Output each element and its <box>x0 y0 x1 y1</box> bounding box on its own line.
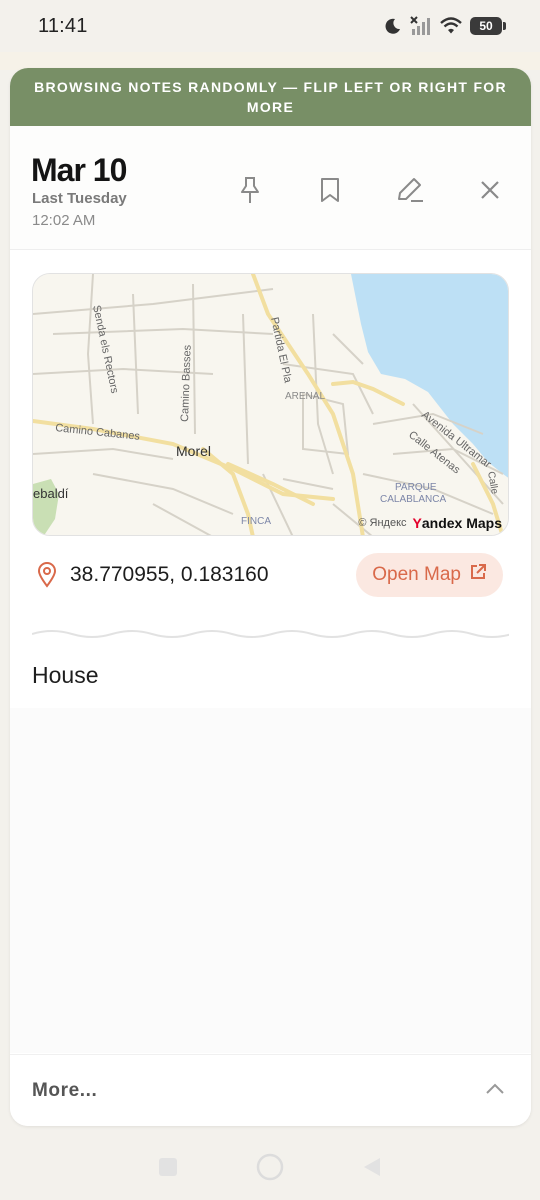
wavy-divider <box>32 630 509 638</box>
wifi-icon <box>440 17 462 35</box>
system-nav-bar <box>0 1134 540 1200</box>
note-time: 12:02 AM <box>32 212 96 229</box>
status-time: 11:41 <box>38 14 88 37</box>
open-map-button[interactable]: Open Map <box>356 553 503 597</box>
signal-icon <box>410 16 432 36</box>
bookmark-button[interactable] <box>290 170 370 214</box>
location-row: 38.770955, 0.183160 Open Map <box>32 550 509 600</box>
note-body[interactable]: House <box>32 662 98 689</box>
battery-icon: 50 <box>470 17 506 35</box>
edit-button[interactable] <box>370 170 450 214</box>
note-header: Mar 10 Last Tuesday 12:02 AM <box>10 126 531 250</box>
more-label: More... <box>32 1079 98 1101</box>
browse-banner: BROWSING NOTES RANDOMLY — FLIP LEFT OR R… <box>10 68 531 126</box>
map-label-calablanca: CALABLANCA <box>380 494 446 505</box>
status-icons: 50 <box>384 16 506 36</box>
note-relative-date: Last Tuesday <box>32 190 127 207</box>
pin-icon <box>237 175 263 210</box>
map-label-parque: PARQUE <box>395 482 437 493</box>
map-attribution: © Яндекс Yandex Maps <box>358 515 502 531</box>
map-logo: Yandex Maps <box>412 515 502 531</box>
map-copyright: © Яндекс <box>358 517 407 529</box>
moon-icon <box>384 17 402 35</box>
note-card[interactable]: BROWSING NOTES RANDOMLY — FLIP LEFT OR R… <box>10 68 531 1126</box>
map-label-morel: Morel <box>176 443 211 459</box>
map-label-ebaldi: ebaldí <box>33 486 69 501</box>
map-preview[interactable]: Senda els Rectors Camino Basses Partida … <box>32 273 509 536</box>
note-body-area[interactable] <box>10 708 531 1053</box>
external-link-icon <box>469 563 487 587</box>
pin-button[interactable] <box>210 170 290 214</box>
chevron-up-icon[interactable] <box>485 1082 505 1100</box>
close-button[interactable] <box>450 170 530 214</box>
location-pin-icon <box>36 562 58 588</box>
nav-recents-icon[interactable] <box>153 1152 183 1182</box>
coordinates-text: 38.770955, 0.183160 <box>70 563 269 586</box>
note-date: Mar 10 <box>31 152 127 188</box>
status-bar: 11:41 50 <box>0 0 540 52</box>
map-label-arenal: ARENAL <box>285 391 325 402</box>
close-icon <box>479 179 501 206</box>
bookmark-icon <box>319 176 341 209</box>
nav-home-icon[interactable] <box>255 1152 285 1182</box>
note-actions <box>210 170 530 214</box>
nav-back-icon[interactable] <box>357 1152 387 1182</box>
more-footer[interactable]: More... <box>10 1054 531 1126</box>
open-map-label: Open Map <box>372 564 461 585</box>
edit-icon <box>395 175 425 210</box>
map-label-finca: FINCA <box>241 516 271 527</box>
